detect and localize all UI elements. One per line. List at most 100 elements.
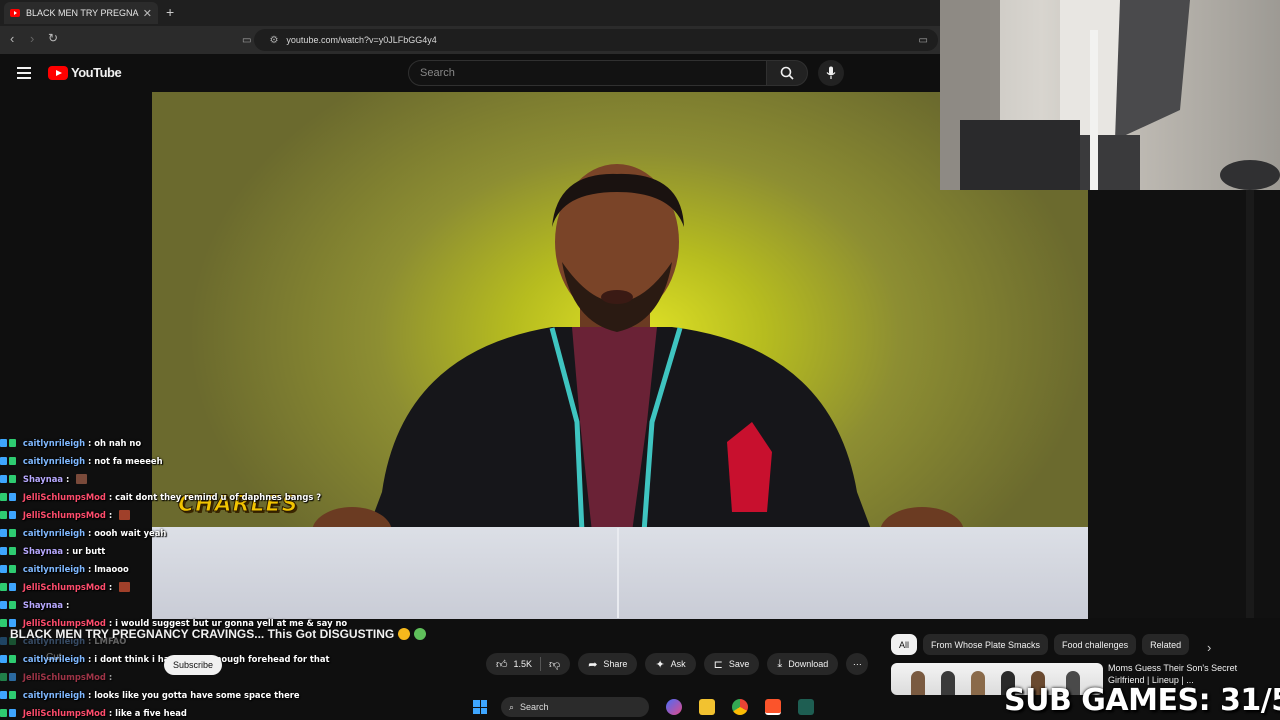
chat-badge-icon: [9, 511, 16, 519]
youtube-play-icon: [48, 65, 68, 80]
like-divider: [540, 657, 542, 671]
chat-text: looks like you gotta have some space the…: [94, 690, 300, 700]
ask-label: Ask: [670, 659, 686, 669]
chat-author: JelliSchlumpsMod: [22, 492, 106, 502]
chat-separator: :: [108, 672, 113, 682]
cast-icon[interactable]: ▭: [919, 35, 928, 46]
subscribe-button[interactable]: Subscribe: [164, 655, 222, 675]
more-icon: ⋯: [852, 658, 862, 669]
chat-separator: :: [108, 582, 116, 592]
chat-badge-icon: [0, 529, 7, 537]
chrome-icon[interactable]: [732, 699, 748, 715]
chat-sticker-icon: [76, 474, 88, 484]
channel-name[interactable]: Cut: [46, 652, 62, 663]
chat-badge-icon: [9, 529, 16, 537]
chat-badge-icon: [0, 691, 7, 699]
chat-badge-icon: [0, 601, 7, 609]
chat-badge-icon: [9, 655, 16, 663]
chip-related[interactable]: Related: [1142, 634, 1190, 655]
chip-all[interactable]: All: [891, 634, 918, 655]
chat-separator: :: [108, 510, 116, 520]
chip-food-challenges[interactable]: Food challenges: [1054, 634, 1137, 655]
chat-badge-icon: [0, 475, 7, 483]
chat-author: JelliSchlumpsMod: [22, 582, 106, 592]
chat-separator: :: [65, 474, 73, 484]
chat-text: ur butt: [72, 546, 106, 556]
search-input[interactable]: Search: [408, 60, 768, 86]
share-button[interactable]: ➦ Share: [578, 653, 638, 675]
chat-badge-icon: [0, 619, 7, 627]
brave-browser-icon[interactable]: [765, 699, 781, 715]
related-chips: All From Whose Plate Smacks Food challen…: [891, 634, 1195, 655]
reload-icon[interactable]: ↻: [48, 31, 58, 45]
chat-badge-icon: [9, 565, 16, 573]
video-title-text: BLACK MEN TRY PREGNANCY CRAVINGS... This…: [10, 627, 395, 641]
browser-tab[interactable]: BLACK MEN TRY PREGNANCY ✕: [4, 2, 158, 24]
chat-badge-icon: [0, 673, 7, 681]
search-icon: [780, 66, 794, 80]
thumb-person: [911, 671, 925, 695]
video-actions: 👍︎ 1.5K 👎︎ ➦ Share ✦ Ask ⊏ Save ⤓ Downlo…: [486, 653, 876, 675]
taskbar-search-label: Search: [520, 702, 549, 712]
chat-badge-icon: [0, 565, 7, 573]
terminal-icon[interactable]: [798, 699, 814, 715]
chat-message: Shaynaa :: [0, 470, 330, 488]
chat-message: Shaynaa :: [0, 596, 330, 614]
chat-author: caitlynrileigh: [22, 438, 86, 448]
chat-badge-icon: [0, 655, 7, 663]
chat-badge-icon: [0, 493, 7, 501]
page-scrollbar[interactable]: [1246, 190, 1254, 618]
youtube-favicon-icon: [10, 9, 20, 17]
tab-title: BLACK MEN TRY PREGNANCY: [26, 8, 139, 18]
chat-badge-icon: [0, 709, 7, 717]
search-placeholder: Search: [420, 67, 455, 79]
copilot-icon[interactable]: [666, 699, 682, 715]
chat-message: caitlynrileigh : looks like you gotta ha…: [0, 686, 330, 704]
like-count[interactable]: 1.5K: [514, 659, 533, 669]
ask-button[interactable]: ✦ Ask: [645, 653, 696, 675]
save-label: Save: [728, 659, 750, 669]
chip-from-whose-plate-smacks[interactable]: From Whose Plate Smacks: [923, 634, 1049, 655]
chat-text: oooh wait yeah: [94, 528, 167, 538]
chat-author: caitlynrileigh: [22, 456, 86, 466]
like-dislike-group: 👍︎ 1.5K 👎︎: [486, 653, 571, 675]
new-tab-button[interactable]: +: [166, 4, 174, 20]
taskbar-search[interactable]: ⌕ Search: [501, 697, 649, 717]
chat-badge-icon: [9, 493, 16, 501]
voice-search-button[interactable]: [818, 60, 844, 86]
chat-message: JelliSchlumpsMod :: [0, 578, 330, 596]
back-icon[interactable]: ‹: [10, 31, 14, 46]
chat-badge-icon: [0, 457, 7, 465]
chevron-right-icon[interactable]: ›: [1207, 640, 1211, 655]
url-text: youtube.com/watch?v=y0JLFbGG4y4: [286, 35, 437, 45]
browser-tab-strip: BLACK MEN TRY PREGNANCY ✕ +: [0, 0, 940, 26]
chat-badge-icon: [9, 475, 16, 483]
bookmark-icon[interactable]: ▭: [242, 35, 251, 46]
nauseated-emoji-icon: [414, 628, 427, 640]
chat-badge-icon: [9, 691, 16, 699]
chat-message: caitlynrileigh : not fa meeeeh: [0, 452, 330, 470]
chat-badge-icon: [9, 709, 16, 717]
stream-chat: caitlynrileigh : oh nah no caitlynrileig…: [0, 434, 347, 720]
file-explorer-icon[interactable]: [699, 699, 715, 715]
close-tab-icon[interactable]: ✕: [143, 7, 152, 20]
youtube-logo[interactable]: YouTube: [48, 65, 122, 80]
webcam-scene: [940, 0, 1280, 190]
chat-badge-icon: [9, 547, 16, 555]
chat-text: lmaooo: [94, 564, 129, 574]
chat-badge-icon: [0, 511, 7, 519]
forward-icon[interactable]: ›: [30, 31, 34, 46]
address-bar[interactable]: ▭ ⚙ youtube.com/watch?v=y0JLFbGG4y4 ▭: [242, 29, 938, 51]
site-info-icon[interactable]: ⚙: [269, 35, 278, 46]
search-button[interactable]: [766, 60, 808, 86]
chat-badge-icon: [0, 637, 7, 645]
save-button[interactable]: ⊏ Save: [703, 653, 760, 675]
hamburger-menu-icon[interactable]: [17, 67, 31, 79]
dislike-icon[interactable]: 👎︎: [549, 658, 560, 671]
download-button[interactable]: ⤓ Download: [767, 653, 839, 675]
windows-start-icon[interactable]: [473, 700, 487, 714]
bookmark-icon: ⊏: [713, 658, 723, 671]
thumb-person: [941, 671, 955, 695]
more-actions-button[interactable]: ⋯: [846, 653, 869, 675]
like-icon[interactable]: 👍︎: [496, 658, 508, 671]
